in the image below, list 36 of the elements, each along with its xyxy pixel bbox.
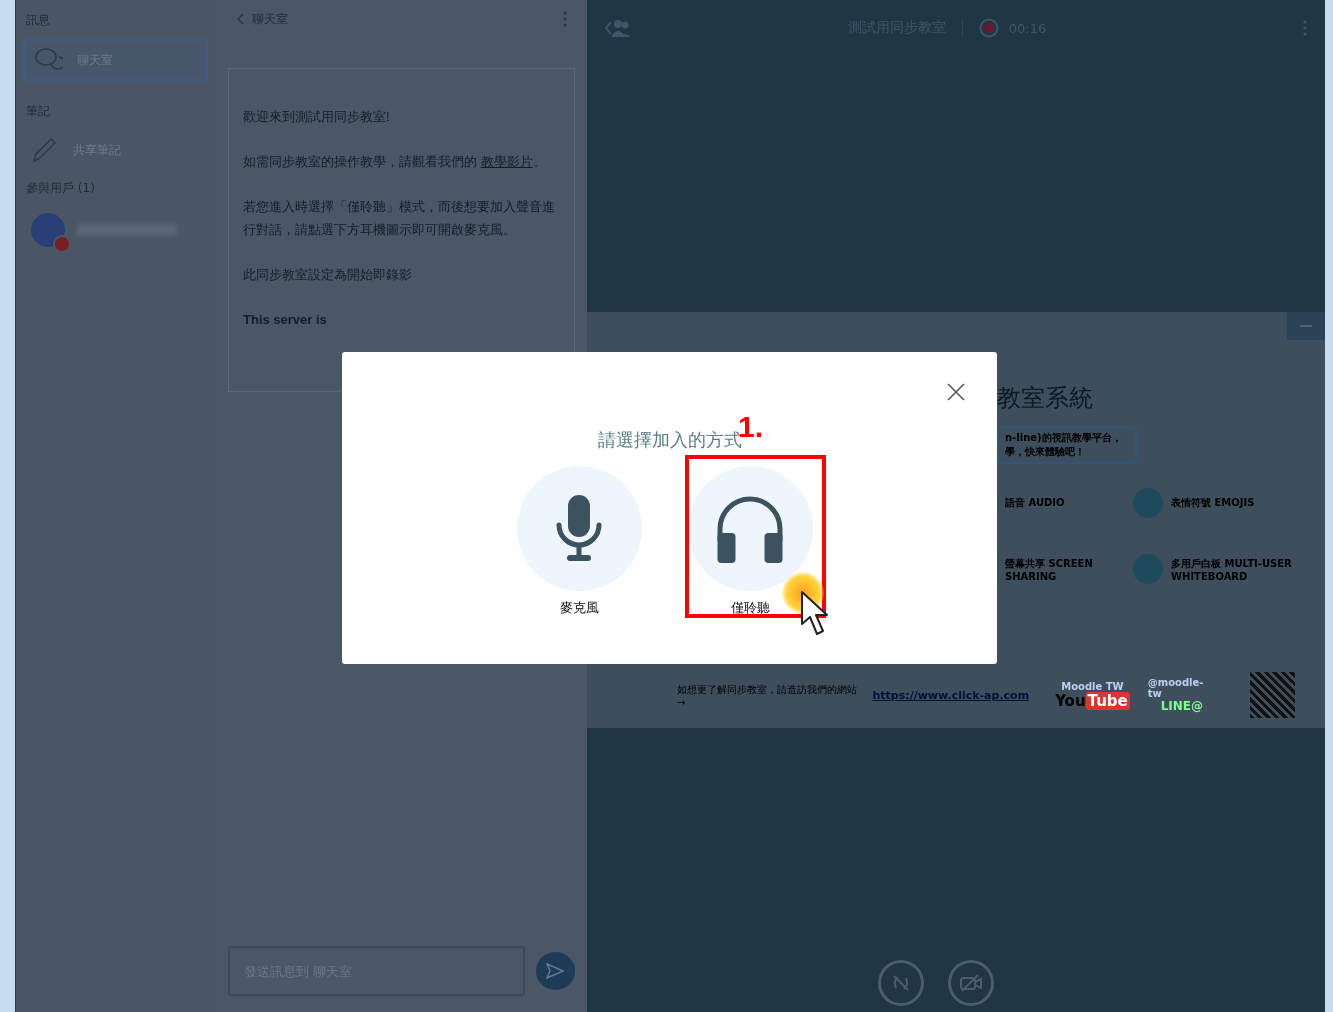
audio-button[interactable]: [878, 960, 924, 1006]
feature-title: 螢幕共享 SCREEN SHARING: [1005, 556, 1094, 582]
dialog-title: 請選擇加入的方式: [597, 429, 742, 452]
send-button[interactable]: [535, 952, 575, 990]
website-link[interactable]: https://www.click-ap.com: [872, 688, 1030, 702]
microphone-icon: [555, 494, 603, 563]
minus-icon: [1300, 325, 1312, 327]
feature-title: 表情符號 EMOJIS: [1171, 496, 1255, 510]
send-icon: [546, 963, 565, 979]
feature-icon: [1133, 554, 1163, 584]
feature-icon: [1133, 488, 1163, 518]
user-avatar: [31, 213, 65, 247]
slide-tagline: 學，快來體驗吧！: [1005, 445, 1086, 459]
headphones-icon: [716, 494, 784, 563]
slide-heading: 教室系統: [997, 383, 1094, 414]
youtube-logo: YouTube: [1055, 691, 1130, 710]
line-logo: LINE@: [1160, 699, 1204, 713]
back-chevron-icon[interactable]: [236, 13, 244, 25]
minimize-button[interactable]: [1287, 312, 1325, 340]
status-dot: [53, 235, 71, 253]
line-caption: @moodle-tw: [1147, 677, 1205, 699]
close-icon: [947, 382, 965, 401]
more-options-icon[interactable]: [1303, 20, 1307, 36]
youtube-caption: Moodle TW: [1061, 680, 1124, 692]
slide-tagline: n-line)的視訊教學平台，: [1005, 431, 1123, 445]
feature-title: 語音 AUDIO: [1005, 496, 1065, 510]
users-toggle-icon[interactable]: [605, 18, 631, 38]
feature-title: 多用戶白板 MULTI-USER WHITEBOARD: [1171, 556, 1293, 582]
pencil-icon: [31, 136, 57, 164]
chat-message: This server is: [243, 311, 328, 329]
chat-bubbles-icon: [35, 47, 63, 73]
camera-off-icon: [960, 974, 982, 992]
tutorial-video-link[interactable]: 教學影片: [480, 154, 533, 169]
camera-button[interactable]: [948, 960, 994, 1006]
qr-code: [1250, 672, 1295, 718]
slide-footer-text: 如想更了解同步教室，請造訪我們的網站 →: [677, 682, 858, 708]
